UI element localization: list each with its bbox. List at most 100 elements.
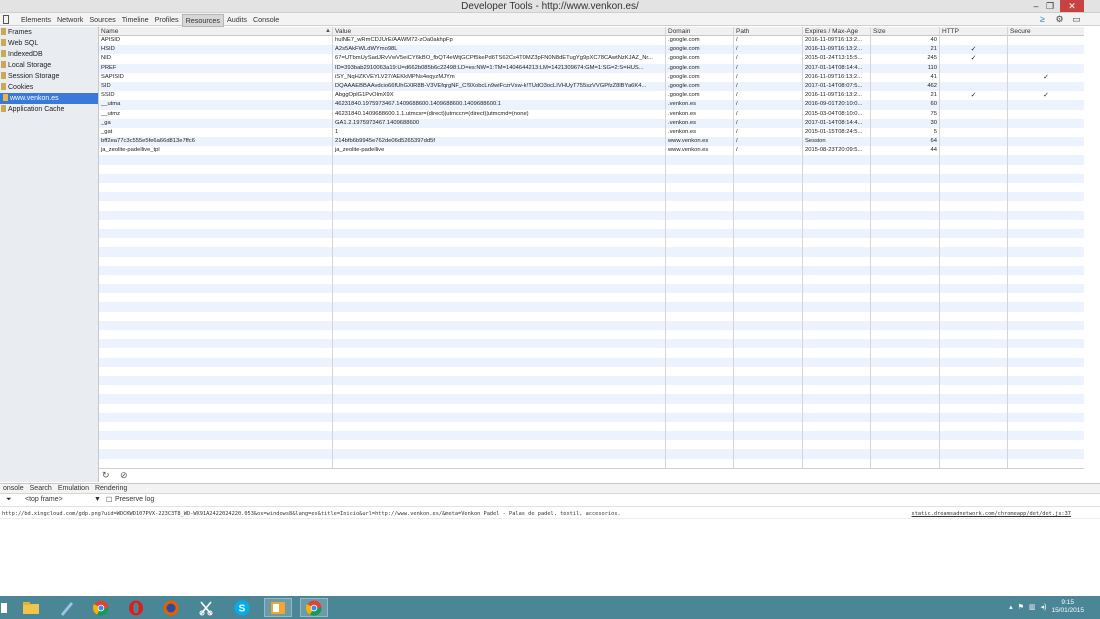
- table-row[interactable]: _ga GA1.2.1975973467.1409688600 .venkon.es…: [99, 118, 1084, 128]
- firefox-icon[interactable]: [157, 598, 185, 617]
- sidebar-item-frames[interactable]: Frames: [0, 27, 98, 38]
- close-button[interactable]: ✕: [1060, 0, 1084, 12]
- cell-name: SSID: [101, 92, 115, 99]
- cell-name: ja_zeolite-padellive_tpl: [101, 147, 160, 154]
- cell-domain: .google.com: [668, 55, 700, 62]
- table-row-empty: [99, 302, 1084, 312]
- maximize-button[interactable]: ❐: [1044, 0, 1056, 12]
- sidebar-item-indexeddb[interactable]: IndexedDB: [0, 49, 98, 60]
- sidebar-item-local-storage[interactable]: Local Storage: [0, 60, 98, 71]
- cell-expires: 2016-11-09T16:13:2...: [805, 73, 862, 80]
- table-row[interactable]: SSID AbggOplG1PvOlmX9X .google.com / 2016-11…: [99, 91, 1084, 100]
- cell-name: _ga: [101, 119, 111, 126]
- table-row[interactable]: SID DQAAAEBBAAvdcio66fUhGXlR8B-V3VEfqrgNF…: [99, 81, 1084, 92]
- table-row[interactable]: bff2ea77c3c555e5fe6a66d813e7ffc6 214bfb6b…: [99, 137, 1084, 147]
- skype-icon[interactable]: S: [228, 598, 256, 617]
- cell-http: ✓: [970, 55, 977, 63]
- table-row[interactable]: _gat 1 .venkon.es / 2015-01-15T08:24:5... 5: [99, 128, 1084, 137]
- cell-size: 21: [930, 46, 937, 53]
- console-message-text[interactable]: http://bd.xingcloud.com/gdp.png?uid=WDCK…: [2, 509, 621, 519]
- outlook-icon[interactable]: [264, 598, 292, 617]
- table-row[interactable]: APISID hulNE7_wRmCDJUrE/AAWM72-zOa0akhpFp…: [99, 36, 1084, 45]
- drawer-tab-search[interactable]: Search: [27, 484, 55, 493]
- snipping-tool-icon[interactable]: [192, 598, 220, 617]
- drawer-tab-console[interactable]: onsole: [0, 484, 27, 493]
- cell-size: 44: [930, 147, 937, 154]
- table-row[interactable]: __utma 46231840.1975973467.1409688600.140…: [99, 100, 1084, 110]
- column-header-http[interactable]: HTTP: [940, 27, 959, 36]
- console-drawer-icon[interactable]: ≥: [1037, 14, 1048, 25]
- cell-size: 245: [927, 55, 937, 62]
- cell-size: 462: [927, 82, 937, 89]
- console-filter-bar: ⏷ <top frame> ▼ ☐ Preserve log: [0, 495, 1100, 507]
- cell-secure: [1008, 64, 1084, 73]
- tab-audits[interactable]: Audits: [224, 14, 250, 27]
- chevron-up-icon[interactable]: ▴: [1009, 603, 1013, 611]
- tab-resources[interactable]: Resources: [181, 14, 224, 27]
- chrome-icon[interactable]: [87, 598, 115, 617]
- cell-expires: 2015-01-15T08:24:5...: [805, 128, 863, 135]
- table-row[interactable]: SAPISID iSY_NqHZKVEYLV27/AEKkMPNs4eqyzMJY…: [99, 73, 1084, 82]
- table-row[interactable]: __utmz 46231840.1409688600.1.1.utmcsr=(di…: [99, 110, 1084, 119]
- tab-profiles[interactable]: Profiles: [152, 14, 182, 27]
- console-source-link[interactable]: static.dreamsadnetwork.com/chromeapp/det…: [912, 509, 1071, 519]
- device-mode-icon[interactable]: [3, 15, 9, 24]
- preserve-log-checkbox[interactable]: ☐: [106, 496, 112, 504]
- column-header-domain[interactable]: Domain: [666, 27, 690, 36]
- dock-side-icon[interactable]: ▭: [1071, 14, 1082, 25]
- cell-size: 30: [930, 119, 937, 126]
- table-row-empty: [99, 275, 1084, 284]
- table-row-empty: [99, 293, 1084, 302]
- tab-network[interactable]: Network: [54, 14, 86, 27]
- column-header-expires[interactable]: Expires / Max-Age: [803, 27, 858, 36]
- clear-icon[interactable]: ⊘: [120, 470, 128, 481]
- sidebar-item-session-storage[interactable]: Session Storage: [0, 71, 98, 82]
- column-header-path[interactable]: Path: [734, 27, 749, 36]
- sidebar-item-venkon[interactable]: www.venkon.es: [0, 93, 98, 104]
- cell-domain: www.venkon.es: [668, 147, 709, 154]
- sidebar-item-websql[interactable]: Web SQL: [0, 38, 98, 49]
- cell-path: /: [736, 147, 738, 154]
- tab-sources[interactable]: Sources: [86, 14, 118, 27]
- flag-icon[interactable]: ⚑: [1018, 603, 1024, 611]
- table-row[interactable]: HSID A2s5AkFWLdWYmo98L .google.com / 2016-11…: [99, 45, 1084, 55]
- table-row[interactable]: NID 67=UTbmUySadJRvVwV5eiCY6kBO_fbQT4eWtj…: [99, 54, 1084, 63]
- table-row-empty: [99, 155, 1084, 165]
- start-button[interactable]: [0, 598, 8, 617]
- filter-icon[interactable]: ⏷: [6, 496, 12, 504]
- minimize-button[interactable]: –: [1030, 0, 1042, 12]
- file-explorer-icon[interactable]: [17, 598, 45, 617]
- table-row[interactable]: PREF ID=393bab2910063a19:U=d662b085b6c224…: [99, 63, 1084, 73]
- cell-path: /: [736, 92, 738, 99]
- cell-name: bff2ea77c3c555e5fe6a66d813e7ffc6: [101, 138, 195, 145]
- chevron-down-icon[interactable]: ▼: [94, 496, 101, 503]
- column-header-secure[interactable]: Secure: [1008, 27, 1031, 36]
- chrome-active-icon[interactable]: [300, 598, 328, 617]
- sidebar-item-app-cache[interactable]: Application Cache: [0, 104, 98, 115]
- network-icon[interactable]: ▥: [1029, 603, 1036, 611]
- table-row[interactable]: ja_zeolite-padellive_tpl ja_zeolite-padel…: [99, 146, 1084, 155]
- cell-name: _gat: [101, 128, 113, 135]
- storage-icon: [1, 72, 6, 79]
- cell-secure: [1008, 82, 1084, 91]
- cache-icon: [1, 105, 6, 112]
- refresh-icon[interactable]: ↻: [102, 470, 110, 481]
- opera-icon[interactable]: [122, 598, 150, 617]
- column-header-name[interactable]: Name: [99, 27, 118, 36]
- cell-domain: .venkon.es: [668, 119, 697, 126]
- clock[interactable]: 9:15 15/01/2015: [1051, 599, 1084, 615]
- drawer-tab-rendering[interactable]: Rendering: [92, 484, 130, 493]
- cell-size: 60: [930, 101, 937, 108]
- column-header-size[interactable]: Size: [871, 27, 886, 36]
- sidebar-item-cookies[interactable]: Cookies: [0, 82, 98, 93]
- tab-console[interactable]: Console: [250, 14, 282, 27]
- drawer-tab-emulation[interactable]: Emulation: [55, 484, 92, 493]
- notes-app-icon[interactable]: [52, 598, 80, 617]
- volume-icon[interactable]: ◂): [1041, 603, 1047, 611]
- gear-icon[interactable]: ⚙: [1054, 14, 1065, 25]
- tab-elements[interactable]: Elements: [18, 14, 54, 27]
- frame-select[interactable]: <top frame>: [25, 496, 63, 503]
- column-header-value[interactable]: Value: [333, 27, 351, 36]
- table-row-empty: [99, 431, 1084, 441]
- tab-timeline[interactable]: Timeline: [119, 14, 152, 27]
